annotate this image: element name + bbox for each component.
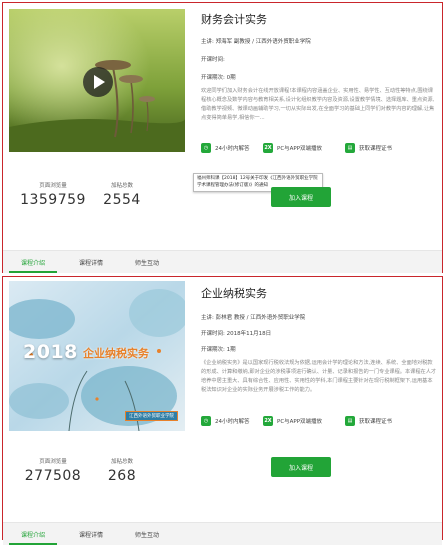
feature-answer: ◷ 24小时内解答 (201, 415, 250, 427)
start-time-label: 开课时间: (201, 331, 225, 337)
feature-label: 24小时内解答 (215, 419, 250, 425)
lecturer-row: 主讲: 郑海军 副教授 / 江西外语外贸职业学院 (201, 37, 311, 45)
lecturer-label: 主讲: (201, 39, 214, 45)
start-time-row: 开课时间: (201, 55, 225, 63)
learners-label: 加粘总数 (110, 459, 133, 465)
feature-label: PC与APP双端播放 (277, 419, 323, 425)
tab-course-intro[interactable]: 课程介绍 (8, 251, 58, 273)
feature-device: 2X PC与APP双端播放 (263, 415, 322, 427)
course-card-financial-accounting: 财务会计实务 主讲: 郑海军 副教授 / 江西外语外贸职业学院 开课时间: 开课… (2, 2, 443, 273)
sessions-label: 开课期次: (201, 347, 225, 353)
feature-device: 2X PC与APP双端播放 (263, 142, 322, 154)
certificate-icon: ▤ (345, 416, 355, 426)
lecturer-label: 主讲: (201, 315, 214, 321)
tab-course-details[interactable]: 课程详情 (79, 523, 103, 545)
lecturer-row: 主讲: 彭林君 教授 / 江西外语外贸职业学院 (201, 313, 305, 321)
sessions-row: 开课期次: 0期 (201, 73, 236, 81)
page-views-stat: 页面浏览量 277508 (13, 457, 93, 484)
start-time-label: 开课时间: (201, 57, 225, 63)
page-views-stat: 页面浏览量 1359759 (13, 181, 93, 208)
page-views-value: 1359759 (20, 192, 86, 208)
sessions-value: 0期 (226, 75, 236, 81)
course-banner[interactable]: 2018 企业纳税实务 江西外语外贸职业学院 (9, 281, 185, 431)
tab-interaction[interactable]: 师生互动 (135, 523, 159, 545)
tab-course-details[interactable]: 课程详情 (79, 251, 103, 273)
page-views-label: 页面浏览量 (39, 183, 67, 189)
banner-school: 江西外语外贸职业学院 (125, 411, 178, 421)
learners-stat: 加粘总数 268 (93, 457, 151, 484)
course-tabs: 课程介绍 课程详情 师生互动 (3, 522, 442, 545)
page-views-value: 277508 (24, 468, 82, 484)
join-course-button[interactable]: 加入课程 (271, 457, 331, 477)
course-video-thumbnail[interactable] (9, 9, 185, 152)
tab-course-intro[interactable]: 课程介绍 (8, 523, 58, 545)
sessions-value: 1期 (226, 347, 236, 353)
feature-label: PC与APP双端播放 (277, 146, 323, 152)
feature-label: 获取课程证书 (359, 146, 393, 152)
lecturer-name: 彭林君 教授 / 江西外语外贸职业学院 (215, 315, 306, 321)
course-description: 《企业纳税实务》是以国家现行税收法规为依据,运用会计学的理论和方法,连续、系统、… (201, 360, 437, 393)
feature-certificate: ▤ 获取课程证书 (345, 142, 392, 154)
join-course-button[interactable]: 加入课程 (271, 187, 331, 207)
banner-title: 企业纳税实务 (83, 347, 149, 360)
lecturer-name: 郑海军 副教授 / 江西外语外贸职业学院 (215, 39, 311, 45)
course-tabs: 课程介绍 课程详情 师生互动 (3, 250, 442, 273)
feature-row: ◷ 24小时内解答 2X PC与APP双端播放 ▤ 获取课程证书 (201, 142, 437, 154)
learners-value: 268 (107, 468, 137, 484)
start-time-row: 开课时间: 2018年11月18日 (201, 329, 271, 337)
learners-label: 加粘总数 (110, 183, 133, 189)
tab-interaction[interactable]: 师生互动 (135, 251, 159, 273)
page-views-label: 页面浏览量 (39, 459, 67, 465)
feature-row: ◷ 24小时内解答 2X PC与APP双端播放 ▤ 获取课程证书 (201, 415, 437, 427)
banner-year: 2018 (23, 341, 78, 363)
certificate-icon: ▤ (345, 143, 355, 153)
feature-label: 24小时内解答 (215, 146, 250, 152)
learners-value: 2554 (103, 192, 141, 208)
clock-icon: ◷ (201, 416, 211, 426)
clock-icon: ◷ (201, 143, 211, 153)
sessions-label: 开课期次: (201, 75, 225, 81)
learners-stat: 加粘总数 2554 (93, 181, 151, 208)
play-icon[interactable] (83, 67, 113, 97)
2x-icon: 2X (263, 143, 273, 153)
course-description: 欢迎同学们加入财务会计在线开放课程!本课程内容涵盖企业、实用性、易学性、互动性等… (201, 88, 435, 121)
sessions-row: 开课期次: 1期 (201, 345, 236, 353)
feature-label: 获取课程证书 (359, 419, 393, 425)
2x-icon: 2X (263, 416, 273, 426)
course-title[interactable]: 财务会计实务 (201, 11, 267, 27)
feature-answer: ◷ 24小时内解答 (201, 142, 250, 154)
feature-certificate: ▤ 获取课程证书 (345, 415, 392, 427)
course-title[interactable]: 企业纳税实务 (201, 285, 267, 301)
course-card-tax-practice: 2018 企业纳税实务 江西外语外贸职业学院 企业纳税实务 主讲: 彭林君 教授… (2, 276, 443, 545)
start-time-value: 2018年11月18日 (226, 331, 272, 337)
